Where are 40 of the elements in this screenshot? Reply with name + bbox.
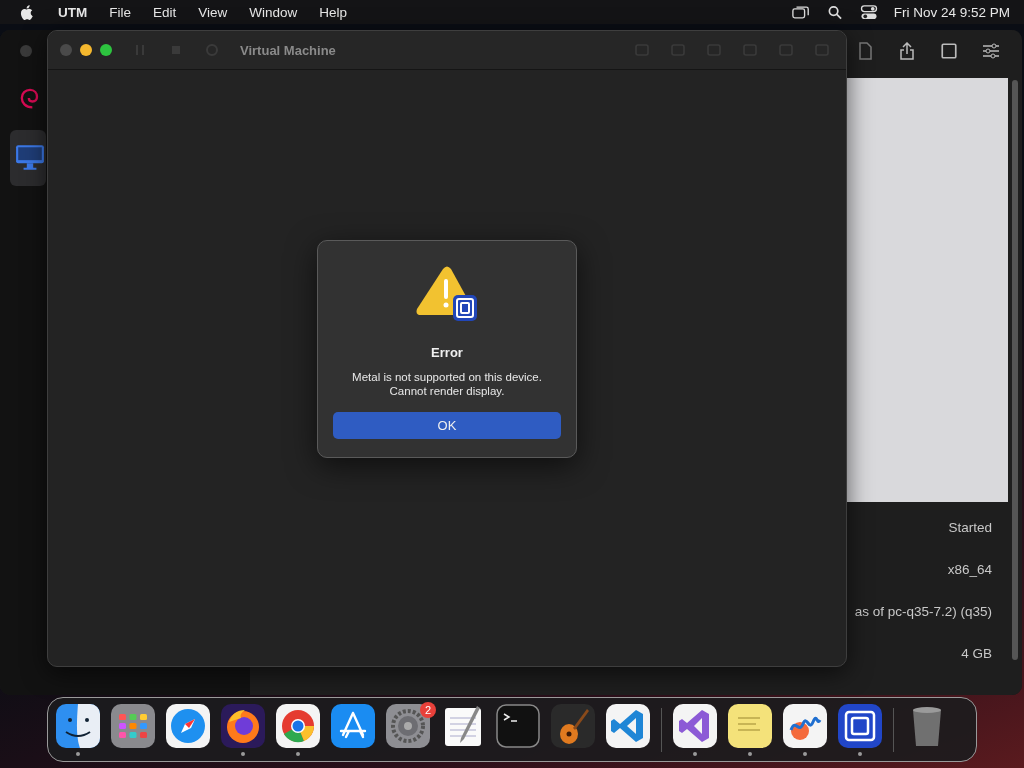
grid-icon[interactable] <box>111 703 155 748</box>
guitar-icon[interactable] <box>551 703 595 748</box>
menu-item[interactable]: File <box>98 4 142 20</box>
menu-item[interactable]: Edit <box>142 4 188 20</box>
code-icon[interactable] <box>673 703 717 748</box>
clock[interactable]: Fri Nov 24 9:52 PM <box>893 4 1010 20</box>
menu-item[interactable]: UTM <box>47 4 99 20</box>
scrollbar[interactable] <box>1012 80 1018 660</box>
window-icon[interactable] <box>940 42 958 60</box>
monitor-icon <box>15 144 45 172</box>
share-icon[interactable] <box>898 42 916 60</box>
screens-icon[interactable] <box>791 4 810 20</box>
zoom-button[interactable] <box>100 44 112 56</box>
sidebar-item[interactable] <box>10 130 46 186</box>
menu-item[interactable]: Window <box>238 4 309 20</box>
compass-icon[interactable] <box>166 703 210 748</box>
gear-icon[interactable] <box>386 703 430 748</box>
ok-button[interactable]: OK <box>333 412 561 439</box>
settings-icon[interactable] <box>982 42 1000 60</box>
apple-icon[interactable] <box>20 4 33 20</box>
detail-value: as of pc-q35-7.2) (q35) <box>854 603 992 619</box>
detail-value: x86_64 <box>947 561 992 577</box>
notification-badge: 2 <box>420 701 436 718</box>
document-icon[interactable] <box>856 42 874 60</box>
alert-title: Error <box>431 345 463 360</box>
terminal-icon[interactable] <box>496 703 540 748</box>
detail-value: 4 GB <box>961 645 992 661</box>
squares-icon[interactable] <box>838 703 882 748</box>
code-icon[interactable] <box>606 703 650 748</box>
note-icon[interactable] <box>728 703 772 748</box>
alert-message: Metal is not supported on this device. Cannot render display. <box>352 370 542 398</box>
window-title: Virtual Machine <box>240 42 336 58</box>
menu-item[interactable]: Help <box>308 4 359 20</box>
face-icon[interactable] <box>56 703 100 748</box>
menu-item[interactable]: View <box>187 4 239 20</box>
detail-value: Started <box>948 519 992 535</box>
ring-icon[interactable] <box>276 703 320 748</box>
scribble-icon[interactable] <box>783 703 827 748</box>
minimize-button[interactable] <box>80 44 92 56</box>
toggles-icon[interactable] <box>859 4 878 20</box>
